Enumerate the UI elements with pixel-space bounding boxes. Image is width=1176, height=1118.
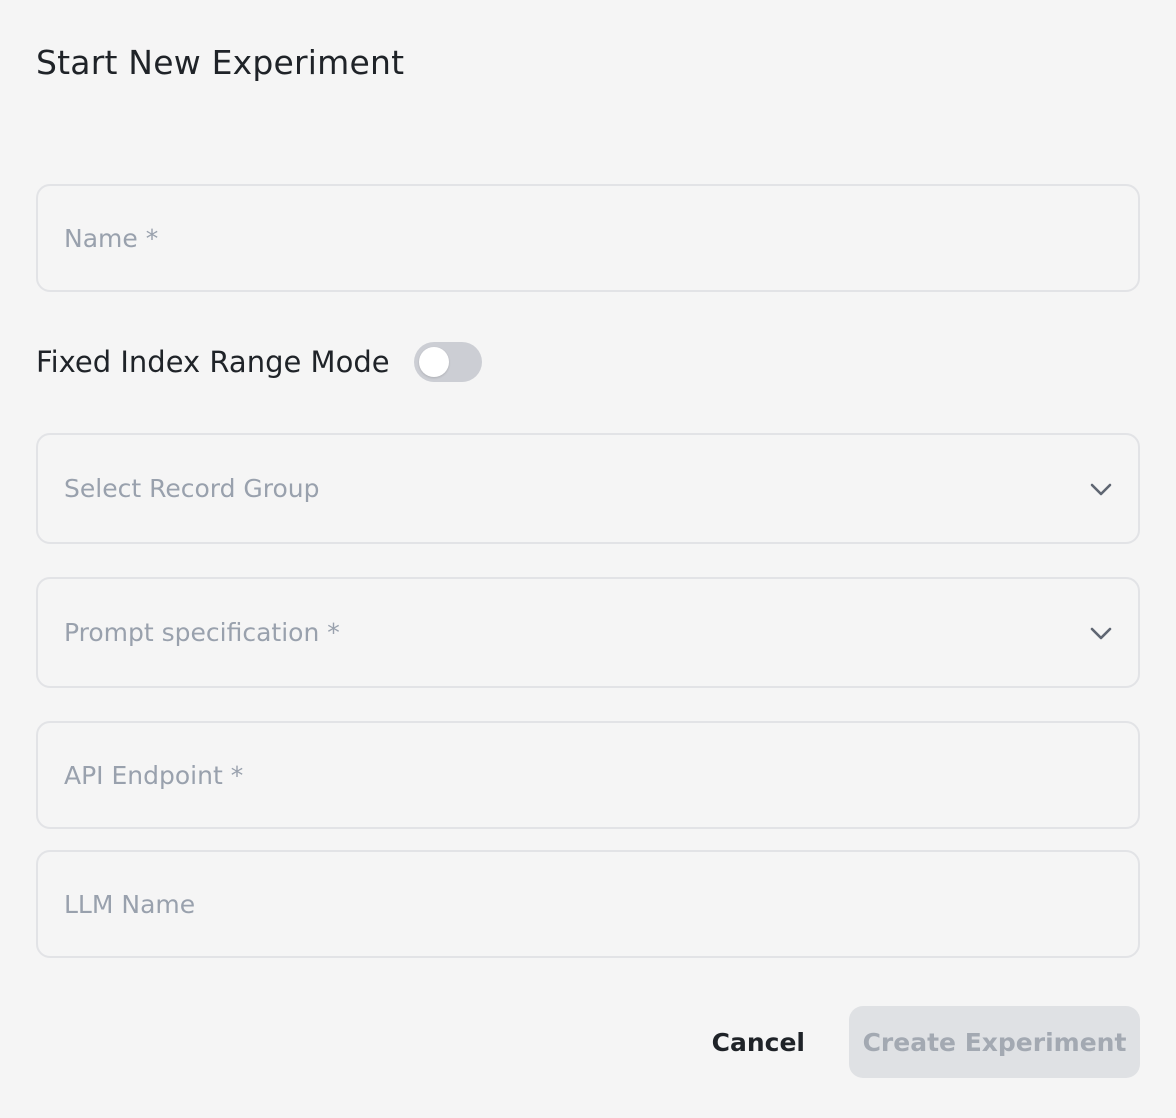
prompt-spec-placeholder: Prompt specification * [64, 618, 340, 647]
api-endpoint-field[interactable] [36, 721, 1140, 829]
toggle-knob [418, 347, 449, 377]
chevron-down-icon [1088, 476, 1114, 502]
name-input[interactable] [64, 223, 1112, 253]
fixed-index-range-toggle[interactable] [413, 342, 482, 382]
record-group-placeholder: Select Record Group [64, 474, 320, 503]
name-field[interactable] [36, 184, 1140, 292]
api-endpoint-input[interactable] [64, 760, 1112, 790]
cancel-button[interactable]: Cancel [690, 1006, 827, 1078]
record-group-select[interactable]: Select Record Group [36, 433, 1140, 544]
dialog-actions: Cancel Create Experiment [690, 1006, 1140, 1078]
chevron-down-icon [1088, 620, 1114, 646]
llm-name-input[interactable] [64, 889, 1112, 919]
fixed-index-range-row: Fixed Index Range Mode [36, 338, 482, 386]
prompt-spec-select[interactable]: Prompt specification * [36, 577, 1140, 688]
create-experiment-button[interactable]: Create Experiment [849, 1006, 1140, 1078]
dialog-title: Start New Experiment [36, 43, 405, 82]
llm-name-field[interactable] [36, 850, 1140, 958]
fixed-index-range-label: Fixed Index Range Mode [36, 345, 390, 379]
